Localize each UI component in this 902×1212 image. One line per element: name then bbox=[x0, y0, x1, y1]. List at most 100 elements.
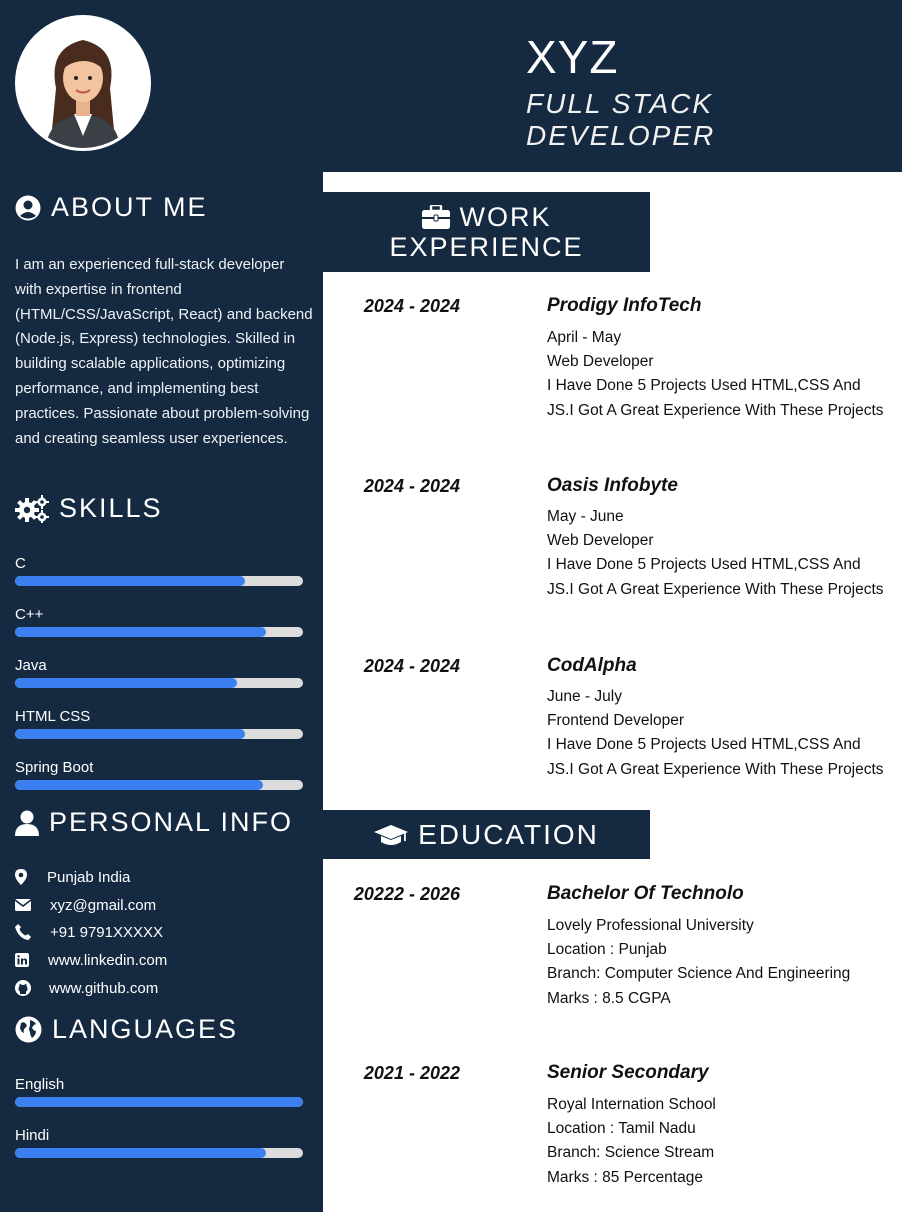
email-row[interactable]: xyz@gmail.com bbox=[15, 895, 156, 915]
education-marks: Marks : 8.5 CGPA bbox=[547, 989, 671, 1007]
gears-icon bbox=[15, 494, 49, 523]
language-label: English bbox=[15, 1076, 65, 1093]
graduation-cap-icon bbox=[374, 823, 409, 847]
briefcase-icon bbox=[421, 205, 450, 229]
github-icon bbox=[15, 980, 49, 996]
work-date: 2024 - 2024 bbox=[363, 656, 460, 676]
education-branch: Branch: Computer Science And Engineering bbox=[547, 965, 851, 983]
location-row: Punjab India bbox=[15, 867, 130, 887]
skill-item: C bbox=[15, 556, 303, 586]
work-company: Prodigy InfoTech bbox=[547, 295, 702, 316]
globe-icon bbox=[15, 1016, 42, 1043]
language-label: Hindi bbox=[15, 1127, 50, 1144]
skill-label: HTML CSS bbox=[15, 708, 91, 725]
skill-bar bbox=[15, 627, 303, 637]
linkedin-icon bbox=[15, 953, 48, 967]
language-bar bbox=[15, 1148, 303, 1158]
map-pin-icon bbox=[15, 869, 47, 885]
skill-bar-fill bbox=[15, 678, 237, 688]
work-description: I Have Done 5 Projects Used HTML,CSS And bbox=[547, 736, 861, 754]
language-item: Hindi bbox=[15, 1128, 303, 1158]
skill-item: HTML CSS bbox=[15, 709, 303, 739]
linkedin-row[interactable]: www.linkedin.com bbox=[15, 950, 167, 970]
skills-heading: SKILLS bbox=[15, 493, 163, 524]
about-me-title: ABOUT ME bbox=[51, 192, 208, 222]
work-position: Web Developer bbox=[547, 353, 654, 371]
skill-bar bbox=[15, 780, 303, 790]
user-icon bbox=[15, 810, 39, 836]
skill-label: Java bbox=[15, 657, 47, 674]
education-details: Royal Internation School Location : Tami… bbox=[547, 1093, 897, 1190]
work-date: 2024 - 2024 bbox=[363, 296, 460, 316]
education-school: Royal Internation School bbox=[547, 1096, 716, 1113]
skill-item: C++ bbox=[15, 607, 303, 637]
personal-info-heading: PERSONAL INFO bbox=[15, 807, 293, 838]
skill-bar bbox=[15, 576, 303, 586]
skills-title: SKILLS bbox=[59, 493, 163, 523]
education-heading: EDUCATION bbox=[323, 810, 650, 859]
work-details: June - July Frontend Developer I Have Do… bbox=[547, 685, 897, 782]
work-position: Web Developer bbox=[547, 532, 654, 550]
github-row[interactable]: www.github.com bbox=[15, 978, 158, 998]
skill-item: Spring Boot bbox=[15, 760, 303, 790]
phone-row[interactable]: +91 9791XXXXX bbox=[15, 922, 163, 942]
work-description: I Have Done 5 Projects Used HTML,CSS And bbox=[547, 377, 861, 395]
github-text[interactable]: www.github.com bbox=[49, 980, 158, 997]
languages-heading: LANGUAGES bbox=[15, 1014, 238, 1045]
education-school: Lovely Professional University bbox=[547, 917, 754, 934]
work-details: May - June Web Developer I Have Done 5 P… bbox=[547, 505, 897, 602]
skill-label: Spring Boot bbox=[15, 759, 94, 776]
email-text[interactable]: xyz@gmail.com bbox=[50, 897, 156, 914]
language-bar-fill bbox=[15, 1097, 303, 1107]
education-location: Location : Tamil Nadu bbox=[547, 1120, 696, 1138]
work-period: May - June bbox=[547, 508, 624, 525]
work-period: April - May bbox=[547, 329, 622, 346]
work-date: 2024 - 2024 bbox=[363, 476, 460, 496]
education-date: 20222 - 2026 bbox=[353, 884, 460, 904]
education-branch: Branch: Science Stream bbox=[547, 1144, 715, 1162]
phone-icon bbox=[15, 924, 50, 940]
education-title: EDUCATION bbox=[418, 818, 599, 850]
work-description: JS.I Got A Great Experience With These P… bbox=[547, 580, 884, 598]
skill-bar-fill bbox=[15, 576, 246, 586]
sidebar: ABOUT ME I am an experienced full-stack … bbox=[0, 0, 323, 1212]
about-me-text: I am an experienced full-stack developer… bbox=[15, 256, 313, 447]
education-location: Location : Punjab bbox=[547, 941, 667, 959]
work-company: Oasis Infobyte bbox=[547, 475, 678, 496]
work-company: CodAlpha bbox=[547, 655, 637, 676]
skill-bar bbox=[15, 729, 303, 739]
candidate-name: XYZ bbox=[526, 31, 619, 83]
language-item: English bbox=[15, 1077, 303, 1107]
user-circle-icon bbox=[15, 195, 41, 221]
linkedin-text[interactable]: www.linkedin.com bbox=[48, 952, 167, 969]
skill-bar-fill bbox=[15, 729, 246, 739]
personal-info-title: PERSONAL INFO bbox=[49, 807, 294, 837]
work-description: JS.I Got A Great Experience With These P… bbox=[547, 401, 884, 419]
languages-title: LANGUAGES bbox=[52, 1014, 239, 1044]
work-title-line2: EXPERIENCE bbox=[389, 232, 584, 262]
envelope-icon bbox=[15, 899, 50, 911]
work-experience-heading: WORK EXPERIENCE bbox=[323, 192, 650, 272]
profile-avatar bbox=[15, 15, 151, 151]
skill-label: C++ bbox=[15, 606, 44, 623]
skill-bar-fill bbox=[15, 780, 263, 790]
location-text: Punjab India bbox=[47, 868, 131, 886]
candidate-role: FULL STACK DEVELOPER bbox=[526, 88, 716, 151]
education-details: Lovely Professional University Location … bbox=[547, 914, 897, 1011]
education-date: 2021 - 2022 bbox=[363, 1063, 460, 1083]
work-position: Frontend Developer bbox=[547, 712, 684, 730]
skill-item: Java bbox=[15, 658, 303, 688]
work-title-line1: WORK bbox=[459, 202, 552, 232]
about-me-heading: ABOUT ME bbox=[15, 192, 208, 223]
language-bar-fill bbox=[15, 1148, 266, 1158]
work-description: I Have Done 5 Projects Used HTML,CSS And bbox=[547, 556, 861, 574]
skill-bar bbox=[15, 678, 303, 688]
education-marks: Marks : 85 Percentage bbox=[547, 1168, 703, 1186]
education-degree: Bachelor Of Technolo bbox=[547, 883, 744, 904]
header: XYZ FULL STACK DEVELOPER bbox=[323, 0, 902, 172]
language-bar bbox=[15, 1097, 303, 1107]
avatar-illustration bbox=[18, 18, 148, 148]
skill-bar-fill bbox=[15, 627, 266, 637]
phone-text[interactable]: +91 9791XXXXX bbox=[50, 924, 163, 941]
education-degree: Senior Secondary bbox=[547, 1062, 709, 1083]
